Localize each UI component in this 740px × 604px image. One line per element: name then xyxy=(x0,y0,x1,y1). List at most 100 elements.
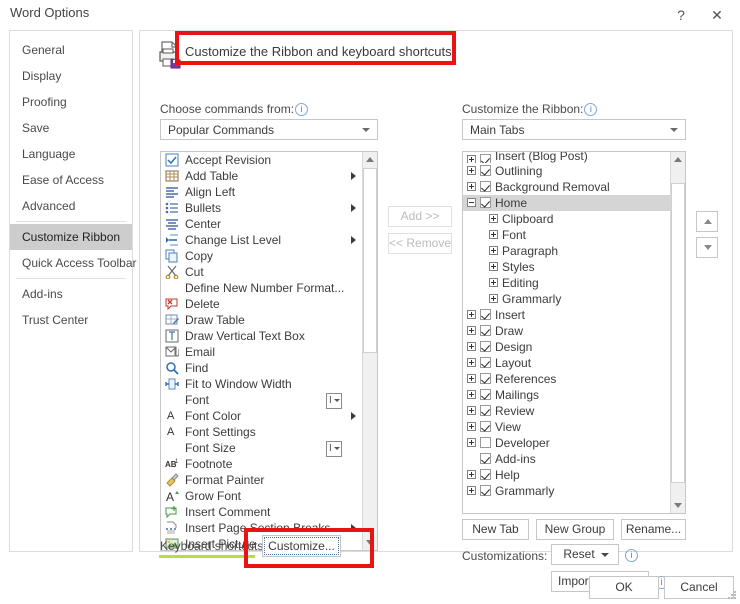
command-list-item[interactable]: Email xyxy=(161,344,362,360)
scroll-up-button[interactable] xyxy=(363,152,377,167)
scroll-thumb[interactable] xyxy=(671,183,685,483)
command-list-item[interactable]: Draw Vertical Text Box xyxy=(161,328,362,344)
ribbon-tree-item[interactable]: Styles xyxy=(463,259,670,275)
command-list-item[interactable]: Fit to Window Width xyxy=(161,376,362,392)
expand-icon[interactable] xyxy=(489,278,498,287)
ribbon-tree-item[interactable]: Developer xyxy=(463,435,670,451)
command-list-item[interactable]: A Font Color xyxy=(161,408,362,424)
ribbon-tree-scrollbar[interactable] xyxy=(670,152,685,513)
expand-icon[interactable] xyxy=(489,230,498,239)
ribbon-tree-item[interactable]: Font xyxy=(463,227,670,243)
sidebar-item-add-ins[interactable]: Add-ins xyxy=(10,281,132,307)
command-list-item[interactable]: Bullets xyxy=(161,200,362,216)
ribbon-tree-item[interactable]: Grammarly xyxy=(463,291,670,307)
reset-button[interactable]: Reset xyxy=(551,544,619,565)
ribbon-tab-checkbox[interactable] xyxy=(480,485,491,496)
help-icon[interactable]: ? xyxy=(668,4,694,26)
ribbon-tree-item[interactable]: Clipboard xyxy=(463,211,670,227)
expand-icon[interactable] xyxy=(467,155,476,163)
expand-icon[interactable] xyxy=(467,374,476,383)
move-up-button[interactable] xyxy=(696,211,718,232)
expand-icon[interactable] xyxy=(467,358,476,367)
ribbon-tab-checkbox[interactable] xyxy=(480,405,491,416)
command-list-item[interactable]: Align Left xyxy=(161,184,362,200)
expand-icon[interactable] xyxy=(467,390,476,399)
rename-button[interactable]: Rename... xyxy=(621,519,686,540)
command-list-item[interactable]: Delete xyxy=(161,296,362,312)
ribbon-tab-checkbox[interactable] xyxy=(480,357,491,368)
resize-grip[interactable] xyxy=(727,591,737,601)
command-list-item[interactable]: AB 1 Footnote xyxy=(161,456,362,472)
command-list-item[interactable]: Format Painter xyxy=(161,472,362,488)
scroll-down-button[interactable] xyxy=(671,498,685,513)
ribbon-tree-item[interactable]: Editing xyxy=(463,275,670,291)
info-icon[interactable]: i xyxy=(295,103,309,116)
command-list-item[interactable]: Draw Table xyxy=(161,312,362,328)
expand-icon[interactable] xyxy=(467,326,476,335)
command-list-item[interactable]: Accept Revision xyxy=(161,152,362,168)
sidebar-item-advanced[interactable]: Advanced xyxy=(10,193,132,219)
ribbon-tree-item[interactable]: Help xyxy=(463,467,670,483)
ribbon-tab-checkbox[interactable] xyxy=(480,373,491,384)
expand-icon[interactable] xyxy=(467,422,476,431)
command-list-item[interactable]: Cut xyxy=(161,264,362,280)
new-group-button[interactable]: New Group xyxy=(536,519,614,540)
expand-icon[interactable] xyxy=(489,214,498,223)
expand-icon[interactable] xyxy=(489,294,498,303)
ok-button[interactable]: OK xyxy=(589,576,659,599)
expand-icon[interactable] xyxy=(467,166,476,175)
ribbon-tree-item[interactable]: Draw xyxy=(463,323,670,339)
ribbon-tab-checkbox[interactable] xyxy=(480,154,491,163)
sidebar-item-save[interactable]: Save xyxy=(10,115,132,141)
ribbon-tree-item[interactable]: Layout xyxy=(463,355,670,371)
remove-button[interactable]: << Remove xyxy=(388,233,452,254)
ribbon-tab-checkbox[interactable] xyxy=(480,341,491,352)
ribbon-tree-item[interactable]: Insert xyxy=(463,307,670,323)
sidebar-item-proofing[interactable]: Proofing xyxy=(10,89,132,115)
collapse-icon[interactable] xyxy=(467,198,476,207)
command-list-item[interactable]: Font Size xyxy=(161,440,362,457)
ribbon-tree-item[interactable]: Insert (Blog Post) xyxy=(463,152,670,163)
sidebar-item-display[interactable]: Display xyxy=(10,63,132,89)
sidebar-item-language[interactable]: Language xyxy=(10,141,132,167)
close-icon[interactable]: ✕ xyxy=(704,4,730,26)
info-icon[interactable]: i xyxy=(584,103,598,116)
ribbon-tab-checkbox[interactable] xyxy=(480,181,491,192)
ribbon-tree-item[interactable]: Background Removal xyxy=(463,179,670,195)
command-list-item[interactable]: Define New Number Format... xyxy=(161,280,362,296)
ribbon-tree-item[interactable]: Mailings xyxy=(463,387,670,403)
ribbon-tab-checkbox[interactable] xyxy=(480,197,491,208)
command-list-item[interactable]: Insert Comment xyxy=(161,504,362,520)
ribbon-tab-checkbox[interactable] xyxy=(480,309,491,320)
expand-icon[interactable] xyxy=(467,438,476,447)
ribbon-tree-item[interactable]: Review xyxy=(463,403,670,419)
choose-commands-dropdown[interactable]: Popular Commands xyxy=(160,119,378,140)
expand-icon[interactable] xyxy=(467,486,476,495)
expand-icon[interactable] xyxy=(489,246,498,255)
command-list-item[interactable]: Change List Level xyxy=(161,232,362,248)
command-list-item[interactable]: Center xyxy=(161,216,362,232)
expand-icon[interactable] xyxy=(489,262,498,271)
sidebar-item-general[interactable]: General xyxy=(10,37,132,63)
ribbon-tab-checkbox[interactable] xyxy=(480,389,491,400)
ribbon-tree-item[interactable]: Paragraph xyxy=(463,243,670,259)
command-list-item[interactable]: Add Table xyxy=(161,168,362,184)
customize-ribbon-dropdown[interactable]: Main Tabs xyxy=(462,119,686,140)
ribbon-tab-checkbox[interactable] xyxy=(480,325,491,336)
ribbon-tree-item[interactable]: Add-ins xyxy=(463,451,670,467)
expand-icon[interactable] xyxy=(467,182,476,191)
ribbon-tree-item[interactable]: View xyxy=(463,419,670,435)
command-list-item[interactable]: A Font Settings xyxy=(161,424,362,440)
sidebar-item-customize-ribbon[interactable]: Customize Ribbon xyxy=(10,224,132,250)
ribbon-tab-checkbox[interactable] xyxy=(480,421,491,432)
commands-listbox[interactable]: Accept Revision Add Table Align Left Bullet… xyxy=(160,151,378,551)
command-list-item[interactable]: Copy xyxy=(161,248,362,264)
command-list-item[interactable]: Find xyxy=(161,360,362,376)
cancel-button[interactable]: Cancel xyxy=(664,576,734,599)
expand-icon[interactable] xyxy=(467,406,476,415)
commands-scrollbar[interactable] xyxy=(362,152,377,550)
ribbon-tab-checkbox[interactable] xyxy=(480,437,491,448)
ribbon-tree-item[interactable]: Outlining xyxy=(463,163,670,179)
ribbon-tree-item[interactable]: References xyxy=(463,371,670,387)
expand-icon[interactable] xyxy=(467,342,476,351)
